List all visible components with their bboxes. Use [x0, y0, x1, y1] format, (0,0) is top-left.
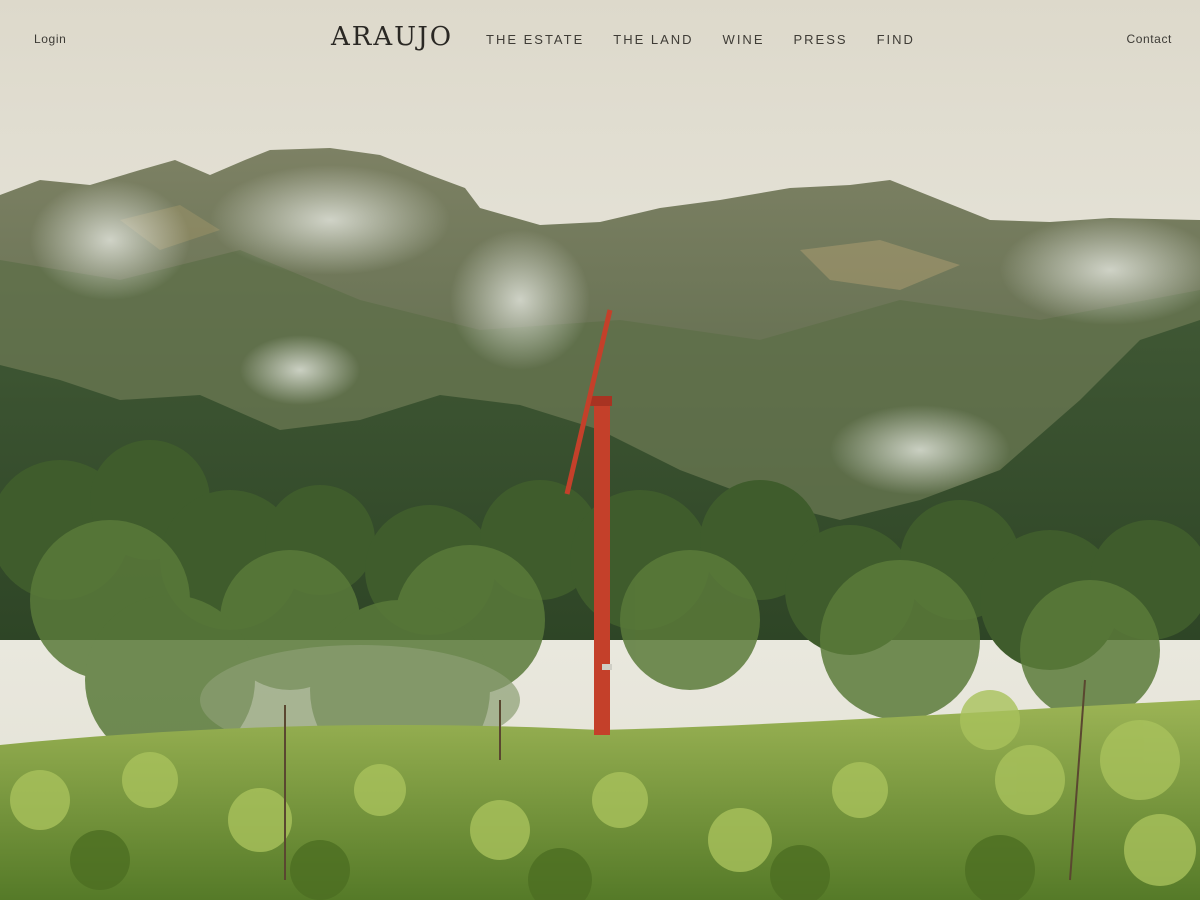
mist: [210, 165, 450, 275]
araujo-logo[interactable]: ARAUJO: [331, 22, 453, 52]
contact-link[interactable]: Contact: [1126, 32, 1172, 46]
top-navigation-bar: Login ARAUJO THE ESTATE THE LAND WINE PR…: [0, 0, 1200, 80]
hero-image: [0, 0, 1200, 900]
mist: [450, 230, 590, 370]
nav-item-press[interactable]: PRESS: [794, 32, 848, 47]
landscape-illustration: [0, 0, 1200, 900]
nav-item-the-land[interactable]: THE LAND: [613, 32, 693, 47]
mist: [30, 180, 190, 300]
nav-item-the-estate[interactable]: THE ESTATE: [486, 32, 584, 47]
login-link[interactable]: Login: [34, 32, 66, 46]
nav-item-wine[interactable]: WINE: [723, 32, 765, 47]
nav-item-find[interactable]: FIND: [877, 32, 915, 47]
main-nav: THE ESTATE THE LAND WINE PRESS FIND: [486, 32, 944, 47]
mist: [240, 335, 360, 405]
